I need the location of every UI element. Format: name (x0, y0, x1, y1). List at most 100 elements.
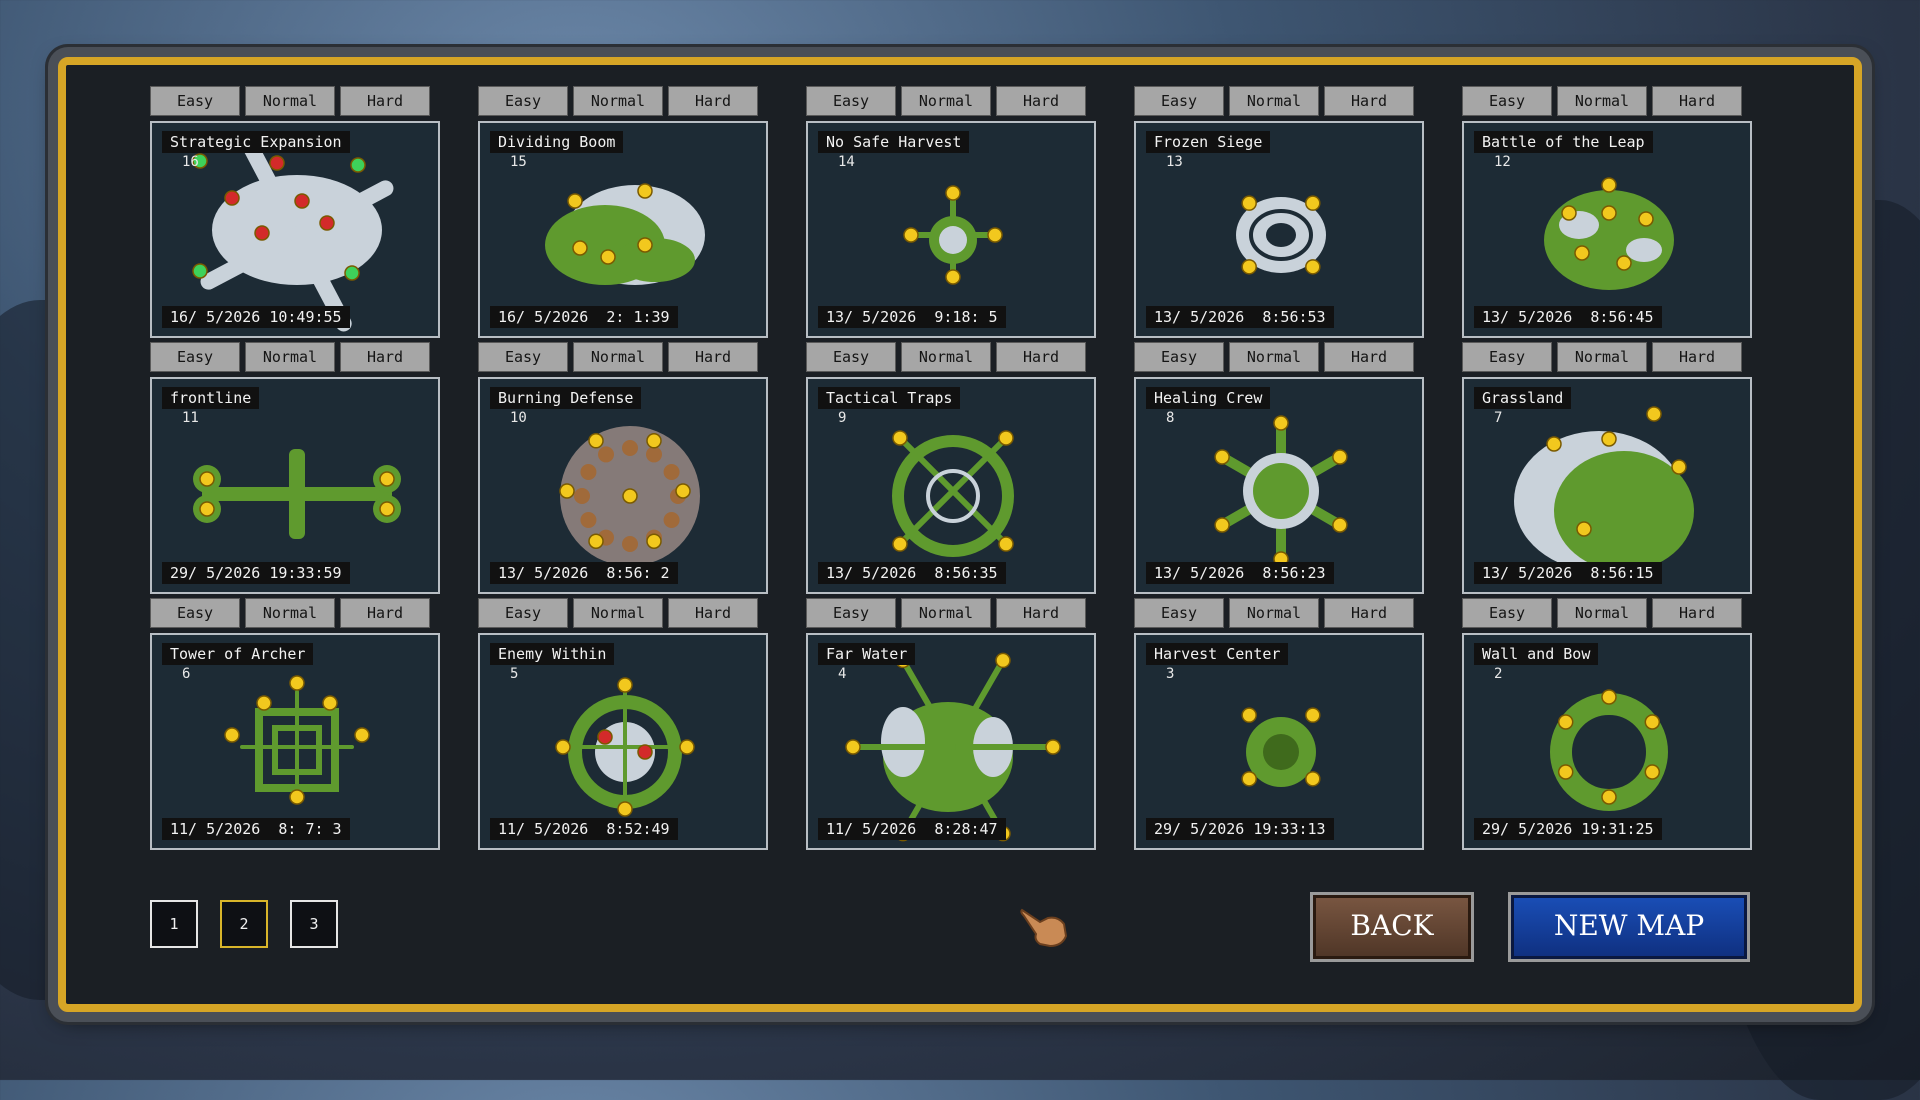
map-card[interactable]: Strategic Expansion 16 16/ 5/2026 10:49:55 (150, 121, 440, 338)
map-date: 13/ 5/2026 8:56:45 (1474, 306, 1662, 328)
difficulty-easy-button[interactable]: Easy (1462, 342, 1552, 372)
difficulty-hard-button[interactable]: Hard (1324, 342, 1414, 372)
base-icon (199, 501, 215, 517)
difficulty-easy-button[interactable]: Easy (478, 86, 568, 116)
difficulty-easy-button[interactable]: Easy (1462, 598, 1552, 628)
difficulty-normal-button[interactable]: Normal (1229, 342, 1319, 372)
map-card[interactable]: Enemy Within 5 11/ 5/2026 8:52:49 (478, 633, 768, 850)
difficulty-hard-button[interactable]: Hard (1324, 598, 1414, 628)
difficulty-easy-button[interactable]: Easy (1462, 86, 1552, 116)
back-button[interactable]: BACK (1310, 892, 1474, 962)
difficulty-selector: Easy Normal Hard (1134, 342, 1424, 372)
difficulty-easy-button[interactable]: Easy (150, 342, 240, 372)
difficulty-easy-button[interactable]: Easy (806, 598, 896, 628)
difficulty-hard-button[interactable]: Hard (1652, 598, 1742, 628)
difficulty-hard-button[interactable]: Hard (668, 342, 758, 372)
difficulty-normal-button[interactable]: Normal (1557, 598, 1647, 628)
base-icon (1214, 517, 1230, 533)
base-icon (597, 729, 613, 745)
map-card[interactable]: Frozen Siege 13 13/ 5/2026 8:56:53 (1134, 121, 1424, 338)
map-card[interactable]: No Safe Harvest 14 13/ 5/2026 9:18: 5 (806, 121, 1096, 338)
map-slot: Easy Normal Hard Burning Defense 10 13/ 5/202… (478, 342, 768, 594)
map-date: 11/ 5/2026 8:52:49 (490, 818, 678, 840)
difficulty-hard-button[interactable]: Hard (340, 342, 430, 372)
base-icon (588, 433, 604, 449)
base-icon (254, 225, 270, 241)
map-card[interactable]: Far Water 4 11/ 5/2026 8:28:47 (806, 633, 1096, 850)
map-card[interactable]: Tactical Traps 9 13/ 5/2026 8:56:35 (806, 377, 1096, 594)
difficulty-hard-button[interactable]: Hard (1652, 342, 1742, 372)
base-icon (1601, 431, 1617, 447)
base-icon (1273, 415, 1289, 431)
difficulty-easy-button[interactable]: Easy (478, 342, 568, 372)
difficulty-hard-button[interactable]: Hard (340, 86, 430, 116)
base-icon (637, 744, 653, 760)
base-icon (572, 240, 588, 256)
difficulty-easy-button[interactable]: Easy (1134, 342, 1224, 372)
map-card[interactable]: Harvest Center 3 29/ 5/2026 19:33:13 (1134, 633, 1424, 850)
difficulty-normal-button[interactable]: Normal (1229, 86, 1319, 116)
difficulty-hard-button[interactable]: Hard (340, 598, 430, 628)
difficulty-normal-button[interactable]: Normal (1557, 86, 1647, 116)
difficulty-easy-button[interactable]: Easy (1134, 598, 1224, 628)
map-card[interactable]: Healing Crew 8 13/ 5/2026 8:56:23 (1134, 377, 1424, 594)
difficulty-normal-button[interactable]: Normal (1557, 342, 1647, 372)
map-card[interactable]: Grassland 7 13/ 5/2026 8:56:15 (1462, 377, 1752, 594)
base-icon (1332, 449, 1348, 465)
difficulty-normal-button[interactable]: Normal (901, 598, 991, 628)
difficulty-normal-button[interactable]: Normal (573, 342, 663, 372)
base-icon (1646, 406, 1662, 422)
page-button-2[interactable]: 2 (220, 900, 268, 948)
difficulty-hard-button[interactable]: Hard (668, 598, 758, 628)
difficulty-hard-button[interactable]: Hard (996, 598, 1086, 628)
difficulty-hard-button[interactable]: Hard (1324, 86, 1414, 116)
difficulty-normal-button[interactable]: Normal (573, 86, 663, 116)
map-number: 13 (1166, 154, 1183, 170)
difficulty-selector: Easy Normal Hard (150, 342, 440, 372)
map-card[interactable]: Burning Defense 10 13/ 5/2026 8:56: 2 (478, 377, 768, 594)
difficulty-easy-button[interactable]: Easy (478, 598, 568, 628)
difficulty-hard-button[interactable]: Hard (996, 86, 1086, 116)
base-icon (987, 227, 1003, 243)
map-date: 13/ 5/2026 9:18: 5 (818, 306, 1006, 328)
difficulty-easy-button[interactable]: Easy (1134, 86, 1224, 116)
base-icon (646, 533, 662, 549)
base-icon (1601, 789, 1617, 805)
map-card[interactable]: frontline 11 29/ 5/2026 19:33:59 (150, 377, 440, 594)
difficulty-normal-button[interactable]: Normal (245, 598, 335, 628)
difficulty-normal-button[interactable]: Normal (573, 598, 663, 628)
map-card[interactable]: Tower of Archer 6 11/ 5/2026 8: 7: 3 (150, 633, 440, 850)
page-button-3[interactable]: 3 (290, 900, 338, 948)
base-icon (256, 695, 272, 711)
difficulty-hard-button[interactable]: Hard (1652, 86, 1742, 116)
difficulty-easy-button[interactable]: Easy (806, 342, 896, 372)
map-card[interactable]: Wall and Bow 2 29/ 5/2026 19:31:25 (1462, 633, 1752, 850)
map-title: Frozen Siege (1146, 131, 1271, 153)
map-date: 11/ 5/2026 8:28:47 (818, 818, 1006, 840)
base-icon (845, 739, 861, 755)
difficulty-selector: Easy Normal Hard (1462, 598, 1752, 628)
difficulty-normal-button[interactable]: Normal (245, 86, 335, 116)
base-icon (199, 471, 215, 487)
page-button-1[interactable]: 1 (150, 900, 198, 948)
difficulty-easy-button[interactable]: Easy (150, 86, 240, 116)
difficulty-hard-button[interactable]: Hard (668, 86, 758, 116)
difficulty-selector: Easy Normal Hard (806, 598, 1096, 628)
difficulty-normal-button[interactable]: Normal (1229, 598, 1319, 628)
map-date: 13/ 5/2026 8:56: 2 (490, 562, 678, 584)
difficulty-normal-button[interactable]: Normal (245, 342, 335, 372)
new-map-button[interactable]: NEW MAP (1508, 892, 1750, 962)
difficulty-normal-button[interactable]: Normal (901, 86, 991, 116)
difficulty-normal-button[interactable]: Normal (901, 342, 991, 372)
difficulty-hard-button[interactable]: Hard (996, 342, 1086, 372)
map-card[interactable]: Battle of the Leap 12 13/ 5/2026 8:56:45 (1462, 121, 1752, 338)
difficulty-easy-button[interactable]: Easy (150, 598, 240, 628)
base-icon (1241, 771, 1257, 787)
map-number: 9 (838, 410, 847, 426)
base-icon (1557, 714, 1574, 730)
base-icon (1305, 771, 1321, 787)
map-number: 4 (838, 666, 847, 682)
difficulty-easy-button[interactable]: Easy (806, 86, 896, 116)
map-slot: Easy Normal Hard Battle of the Leap 12 13/ 5/… (1462, 86, 1752, 338)
map-card[interactable]: Dividing Boom 15 16/ 5/2026 2: 1:39 (478, 121, 768, 338)
